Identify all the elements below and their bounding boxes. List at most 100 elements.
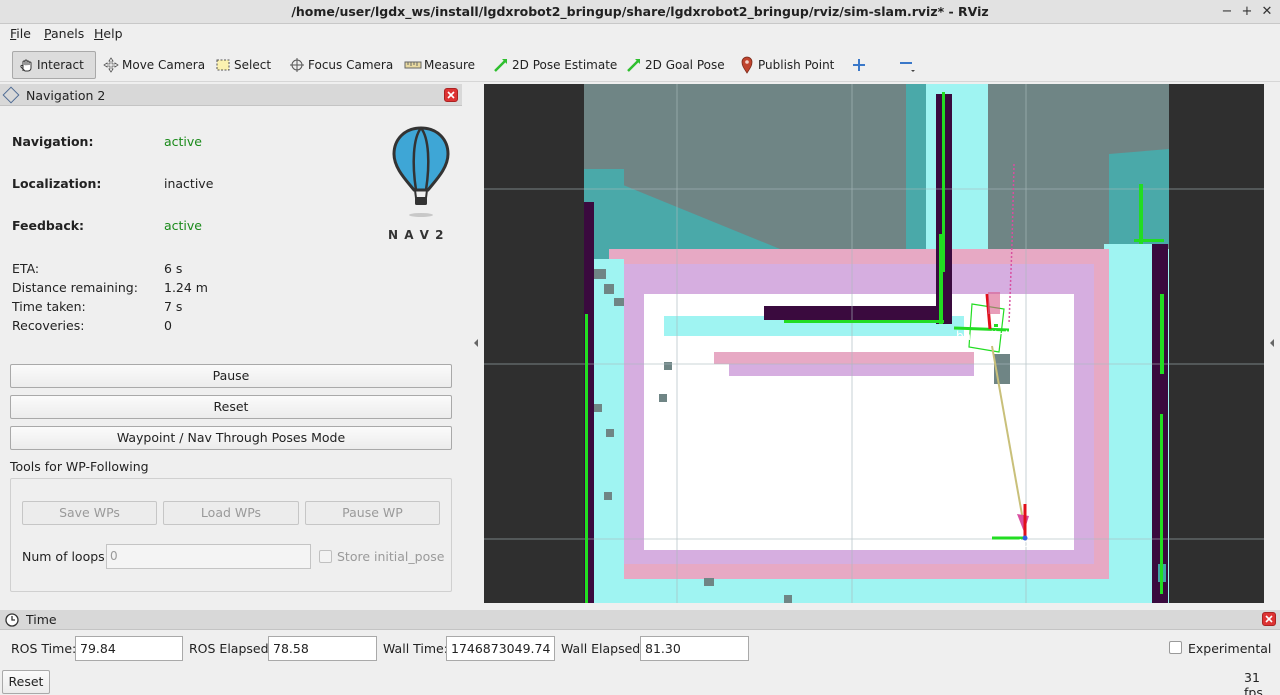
select-label: Select [234, 58, 272, 72]
interact-tool[interactable]: Interact [12, 51, 96, 79]
localization-status: inactive [164, 176, 214, 191]
feedback-status: active [164, 218, 202, 233]
ros-elapsed-field[interactable]: 78.58 [268, 636, 377, 661]
ros-time-value: 79.84 [80, 641, 116, 656]
pause-button[interactable]: Pause [10, 364, 452, 388]
time-taken-value: 7 s [164, 299, 183, 314]
balloon-icon [392, 126, 450, 217]
distance-remaining-label: Distance remaining: [12, 280, 138, 295]
eta-label: ETA: [12, 261, 40, 276]
ros-time-field[interactable]: 79.84 [75, 636, 183, 661]
navigation-status: active [164, 134, 202, 149]
select-rectangle-icon [214, 56, 232, 74]
add-tool-button[interactable] [846, 51, 874, 79]
green-arrow-icon [492, 56, 510, 74]
wall-time-value: 1746873049.74 [451, 641, 551, 656]
focus-camera-label: Focus Camera [308, 58, 394, 72]
tool-bar: Interact Move Camera Select Focus Camera… [0, 46, 1280, 82]
right-splitter[interactable] [1264, 84, 1280, 603]
left-splitter[interactable] [462, 84, 484, 603]
wall-elapsed-field[interactable]: 81.30 [640, 636, 749, 661]
pose-estimate-tool[interactable]: 2D Pose Estimate [488, 51, 621, 79]
green-arrow-icon [625, 56, 643, 74]
time-reset-button[interactable]: Reset [2, 670, 50, 694]
map-canvas[interactable]: base_link odom [484, 84, 1264, 603]
goal-pose-tool[interactable]: 2D Goal Pose [621, 51, 729, 79]
load-wps-button[interactable]: Load WPs [163, 501, 299, 525]
window-title: /home/user/lgdx_ws/install/lgdxrobot2_br… [291, 4, 989, 19]
distance-remaining-value: 1.24 m [164, 280, 208, 295]
minimize-button[interactable]: − [1218, 3, 1236, 21]
recoveries-label: Recoveries: [12, 318, 85, 333]
navigation-label: Navigation: [12, 134, 94, 149]
maximize-button[interactable]: + [1238, 3, 1256, 21]
wp-following-group: Save WPs Load WPs Pause WP Num of loops … [10, 478, 452, 592]
navigation-panel-title: Navigation 2 [26, 88, 106, 103]
wp-tools-label: Tools for WP-Following [10, 459, 149, 474]
num-loops-value: 0 [110, 549, 118, 563]
time-taken-label: Time taken: [12, 299, 86, 314]
base-link-frame-label: base_link [956, 329, 1012, 343]
ros-elapsed-label: ROS Elapsed: [189, 641, 273, 656]
menu-help[interactable]: Help [94, 26, 123, 41]
navigation-panel-header: Navigation 2 [0, 84, 462, 106]
publish-point-tool[interactable]: Publish Point [734, 51, 838, 79]
clock-icon [5, 613, 19, 630]
wall-elapsed-label: Wall Elapsed: [561, 641, 645, 656]
time-panel: Time ROS Time: 79.84 ROS Elapsed: 78.58 … [0, 610, 1280, 695]
wall-time-label: Wall Time: [383, 641, 448, 656]
reset-button[interactable]: Reset [10, 395, 452, 419]
menu-bar: File Panels Help [0, 24, 1280, 44]
measure-label: Measure [424, 58, 475, 72]
map-viewport[interactable]: base_link odom [484, 84, 1264, 603]
eta-value: 6 s [164, 261, 183, 276]
time-panel-title: Time [26, 612, 57, 627]
map-pin-icon [738, 56, 756, 74]
close-panel-icon[interactable] [444, 88, 458, 102]
move-camera-label: Move Camera [122, 58, 206, 72]
nav2-logo: N A V 2 [386, 124, 456, 244]
focus-camera-tool[interactable]: Focus Camera [284, 51, 397, 79]
feedback-label: Feedback: [12, 218, 85, 233]
store-initial-pose-checkbox[interactable] [319, 550, 332, 563]
hand-pointer-icon [17, 56, 35, 74]
wall-time-field[interactable]: 1746873049.74 [446, 636, 555, 661]
wall-elapsed-value: 81.30 [645, 641, 681, 656]
menu-file[interactable]: File [10, 26, 31, 41]
close-panel-icon[interactable] [1262, 612, 1276, 626]
time-panel-header: Time [0, 610, 1280, 630]
plus-icon [850, 56, 868, 74]
store-initial-pose-label: Store initial_pose [337, 549, 445, 564]
pose-estimate-label: 2D Pose Estimate [512, 58, 618, 72]
num-loops-input[interactable]: 0 [106, 544, 311, 569]
nav2-logo-text: N A V 2 [388, 228, 445, 242]
ruler-icon [404, 56, 422, 74]
interact-label: Interact [37, 58, 84, 72]
publish-point-label: Publish Point [758, 58, 835, 72]
localization-label: Localization: [12, 176, 102, 191]
goal-pose-label: 2D Goal Pose [645, 58, 725, 72]
save-wps-button[interactable]: Save WPs [22, 501, 157, 525]
window-title-bar: /home/user/lgdx_ws/install/lgdxrobot2_br… [0, 0, 1280, 24]
navigation-panel: Navigation 2 Navigation: active Localiza… [0, 84, 462, 608]
num-loops-label: Num of loops [22, 549, 105, 564]
fps-counter: 31 fps [1244, 670, 1263, 695]
pause-wp-button[interactable]: Pause WP [305, 501, 440, 525]
minus-icon [898, 56, 916, 74]
move-arrows-icon [102, 56, 120, 74]
experimental-label: Experimental [1188, 641, 1272, 656]
experimental-checkbox[interactable] [1169, 641, 1182, 654]
recoveries-value: 0 [164, 318, 172, 333]
odom-frame-label: odom [1008, 537, 1039, 550]
crosshair-icon [288, 56, 306, 74]
select-tool[interactable]: Select [210, 51, 275, 79]
waypoint-mode-button[interactable]: Waypoint / Nav Through Poses Mode [10, 426, 452, 450]
remove-tool-button[interactable] [894, 51, 922, 79]
diamond-icon [2, 86, 20, 104]
move-camera-tool[interactable]: Move Camera [98, 51, 209, 79]
ros-time-label: ROS Time: [11, 641, 77, 656]
menu-panels[interactable]: Panels [44, 26, 84, 41]
measure-tool[interactable]: Measure [400, 51, 479, 79]
close-window-button[interactable]: ✕ [1258, 3, 1276, 21]
ros-elapsed-value: 78.58 [273, 641, 309, 656]
